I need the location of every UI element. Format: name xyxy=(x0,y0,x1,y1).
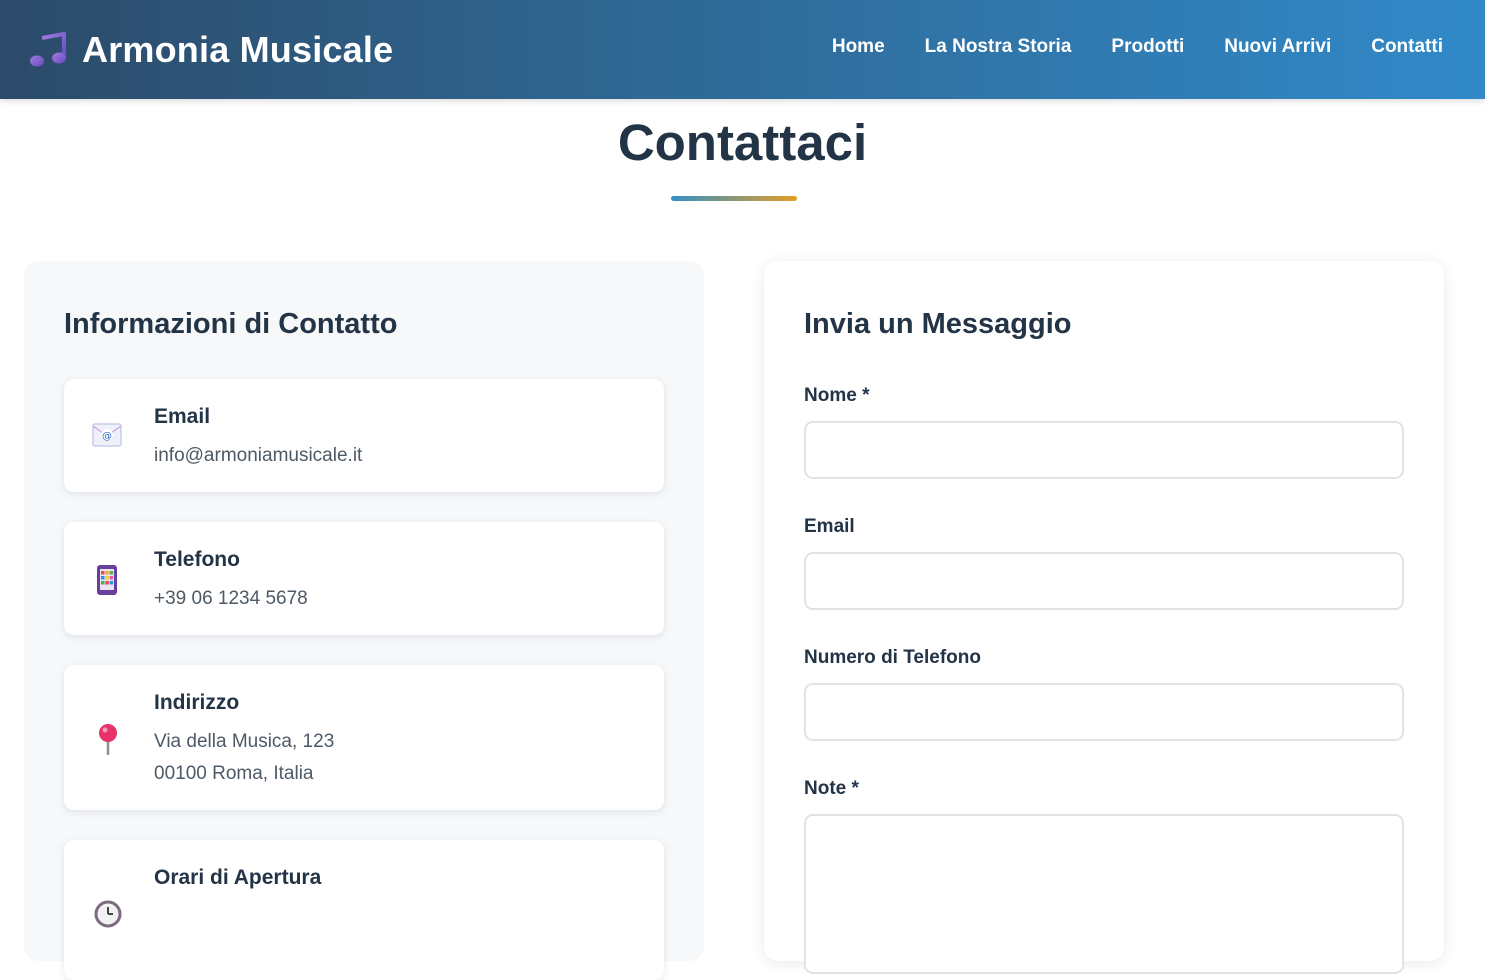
phone-value[interactable]: +39 06 1234 5678 xyxy=(154,588,308,610)
email-card: @ Email info@armoniamusicale.it xyxy=(64,379,664,492)
nav-contatti[interactable]: Contatti xyxy=(1371,36,1443,58)
page-title: Contattaci xyxy=(617,114,868,171)
message-form-panel: Invia un Messaggio Nome * Email Numero d… xyxy=(764,261,1444,974)
contact-info-heading: Informazioni di Contatto xyxy=(64,308,398,340)
opening-hours-card: Orari di Apertura xyxy=(64,840,664,980)
message-form-heading: Invia un Messaggio xyxy=(804,308,1072,340)
email-title: Email xyxy=(154,405,211,428)
opening-hours-title: Orari di Apertura xyxy=(154,866,322,889)
email-label: Email xyxy=(804,516,855,537)
svg-text:@: @ xyxy=(102,431,112,442)
contact-info-panel: Informazioni di Contatto @ Email info@ar… xyxy=(24,261,704,980)
nav-home[interactable]: Home xyxy=(832,36,885,58)
phone-card: Telefono +39 06 1234 5678 xyxy=(64,522,664,635)
phone-label: Numero di Telefono xyxy=(804,647,981,668)
pin-icon xyxy=(99,724,117,755)
brand-link[interactable]: Armonia Musicale xyxy=(28,28,393,72)
main-nav: Home La Nostra Storia Prodotti Nuovi Arr… xyxy=(832,36,1443,58)
nav-nuovi-arrivi[interactable]: Nuovi Arrivi xyxy=(1224,36,1331,58)
address-line-1: Via della Musica, 123 xyxy=(154,731,335,752)
title-underline xyxy=(671,196,797,201)
address-title: Indirizzo xyxy=(154,691,240,714)
notes-label: Note * xyxy=(804,778,859,799)
name-label: Nome * xyxy=(804,385,870,406)
clock-icon xyxy=(94,900,122,928)
site-header: Armonia Musicale Home La Nostra Storia P… xyxy=(0,0,1485,99)
name-input[interactable] xyxy=(804,421,1404,479)
phone-input[interactable] xyxy=(804,683,1404,741)
phone-title: Telefono xyxy=(154,548,240,571)
address-line-2: 00100 Roma, Italia xyxy=(154,763,314,784)
brand-name: Armonia Musicale xyxy=(82,29,394,70)
nav-prodotti[interactable]: Prodotti xyxy=(1111,36,1184,58)
notes-textarea[interactable] xyxy=(804,814,1404,974)
email-value[interactable]: info@armoniamusicale.it xyxy=(154,445,362,467)
nav-la-nostra-storia[interactable]: La Nostra Storia xyxy=(925,36,1072,58)
address-card: Indirizzo Via della Musica, 123 00100 Ro… xyxy=(64,665,664,810)
phone-icon xyxy=(97,565,117,595)
email-input[interactable] xyxy=(804,552,1404,610)
email-icon: @ xyxy=(92,423,122,447)
music-note-icon xyxy=(30,32,66,67)
